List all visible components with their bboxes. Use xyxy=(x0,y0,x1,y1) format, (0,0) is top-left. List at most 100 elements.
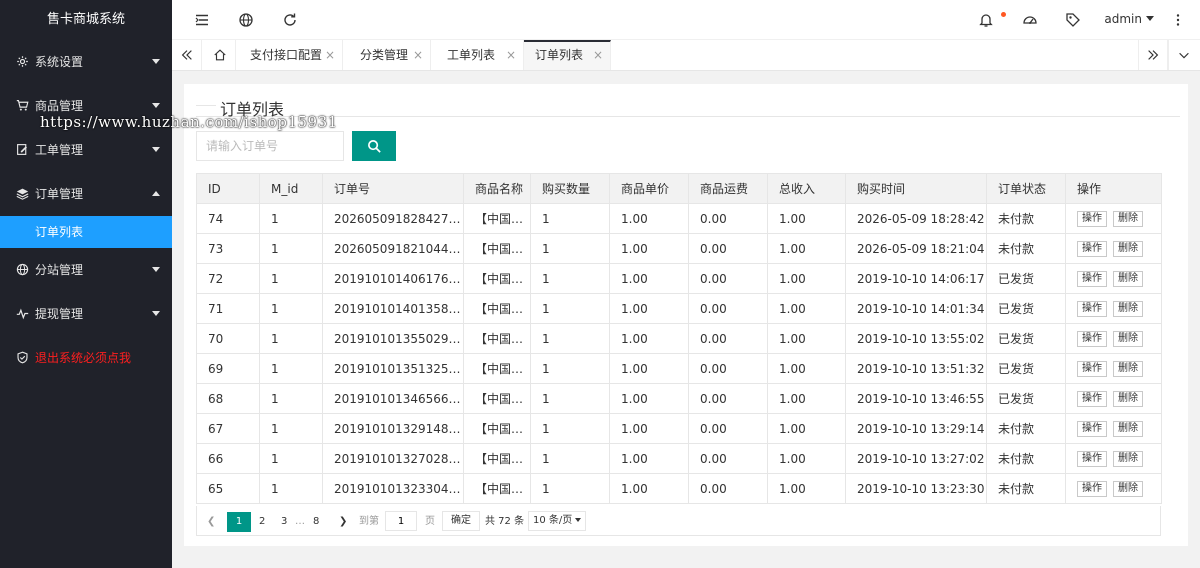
cell-time: 2019-10-10 13:46:55 xyxy=(845,383,987,414)
chevron-down-icon xyxy=(152,59,160,64)
column-header: 商品名称 xyxy=(463,173,531,204)
operate-button[interactable]: 操作 xyxy=(1077,270,1107,287)
goto-label: 到第 xyxy=(359,516,379,527)
chevron-down-icon xyxy=(1146,16,1154,21)
delete-button[interactable]: 删除 xyxy=(1113,330,1143,347)
close-icon[interactable]: × xyxy=(413,40,423,70)
tab-order-list[interactable]: 订单列表 × xyxy=(524,40,611,70)
tabs-more-button[interactable] xyxy=(1168,40,1198,70)
close-icon[interactable]: × xyxy=(506,40,516,70)
operate-button[interactable]: 操作 xyxy=(1077,390,1107,407)
cell-status: 未付款 xyxy=(986,203,1066,234)
delete-button[interactable]: 删除 xyxy=(1113,390,1143,407)
next-page-icon[interactable]: ❯ xyxy=(339,512,347,532)
tag-icon[interactable] xyxy=(1065,12,1081,28)
cell-shipping: 0.00 xyxy=(688,383,768,414)
cell-product: 【中国… xyxy=(463,233,531,264)
column-header: 购买数量 xyxy=(530,173,610,204)
operate-button[interactable]: 操作 xyxy=(1077,480,1107,497)
cell-order-no: 20191010132914841 xyxy=(322,413,464,444)
sidebar-item-substation-management[interactable]: 分站管理 xyxy=(0,248,172,292)
sidebar-item-withdraw-management[interactable]: 提现管理 xyxy=(0,292,172,336)
theme-palette-icon[interactable] xyxy=(1022,12,1038,28)
cell-price: 1.00 xyxy=(609,383,689,414)
table-row: 65 1 20191010132330494 【中国… 1 1.00 0.00 1.00 201… xyxy=(196,473,1162,504)
column-header: M_id xyxy=(259,173,323,204)
goto-page-input[interactable] xyxy=(385,511,417,531)
search-button[interactable] xyxy=(352,131,396,161)
delete-button[interactable]: 删除 xyxy=(1113,240,1143,257)
cell-shipping: 0.00 xyxy=(688,203,768,234)
delete-button[interactable]: 删除 xyxy=(1113,270,1143,287)
cell-income: 1.00 xyxy=(767,203,846,234)
operate-button[interactable]: 操作 xyxy=(1077,300,1107,317)
column-header: 订单状态 xyxy=(986,173,1066,204)
close-icon[interactable]: × xyxy=(325,40,335,70)
globe-icon[interactable] xyxy=(238,12,254,28)
chevron-up-icon xyxy=(152,191,160,196)
sidebar-item-system-settings[interactable]: 系统设置 xyxy=(0,40,172,84)
delete-button[interactable]: 删除 xyxy=(1113,300,1143,317)
more-vertical-icon[interactable] xyxy=(1170,12,1186,28)
cell-qty: 1 xyxy=(530,203,610,234)
tabs-scroll-left-button[interactable] xyxy=(172,40,202,70)
cell-shipping: 0.00 xyxy=(688,473,768,504)
operate-button[interactable]: 操作 xyxy=(1077,450,1107,467)
sidebar-item-label: 提现管理 xyxy=(35,307,84,321)
prev-page-icon[interactable]: ❮ xyxy=(207,512,215,532)
cell-id: 73 xyxy=(196,233,260,264)
page-button[interactable]: 8 xyxy=(313,512,319,532)
sidebar-item-order-management[interactable]: 订单管理 xyxy=(0,172,172,216)
tab-ticket-list[interactable]: 工单列表 × xyxy=(436,40,524,70)
tab-home[interactable] xyxy=(205,40,236,70)
cell-product: 【中国… xyxy=(463,383,531,414)
refresh-icon[interactable] xyxy=(282,12,298,28)
cell-mid: 1 xyxy=(259,353,323,384)
cell-mid: 1 xyxy=(259,203,323,234)
cell-qty: 1 xyxy=(530,413,610,444)
cell-price: 1.00 xyxy=(609,203,689,234)
bell-icon[interactable] xyxy=(978,12,994,28)
cell-product: 【中国… xyxy=(463,443,531,474)
sidebar-item-logout[interactable]: 退出系统必须点我 xyxy=(0,336,172,380)
close-icon[interactable]: × xyxy=(593,42,603,68)
operate-button[interactable]: 操作 xyxy=(1077,210,1107,227)
pulse-icon xyxy=(16,307,29,320)
tabs-scroll-right-button[interactable] xyxy=(1138,40,1168,70)
tab-category-management[interactable]: 分类管理 × xyxy=(349,40,431,70)
cell-id: 66 xyxy=(196,443,260,474)
menu-toggle-icon[interactable] xyxy=(194,12,210,28)
tab-payment-config[interactable]: 支付接口配置 × xyxy=(239,40,343,70)
sidebar-subitem-order-list[interactable]: 订单列表 xyxy=(0,216,172,248)
table-row: 68 1 20191010134656666 【中国… 1 1.00 0.00 1.00 201… xyxy=(196,383,1162,414)
delete-button[interactable]: 删除 xyxy=(1113,210,1143,227)
page-size-select[interactable]: 10 条/页 xyxy=(528,511,587,531)
order-number-search-input[interactable] xyxy=(196,131,344,161)
delete-button[interactable]: 删除 xyxy=(1113,480,1143,497)
goto-confirm-button[interactable]: 确定 xyxy=(442,511,480,531)
page-button[interactable]: 2 xyxy=(259,512,265,532)
operate-button[interactable]: 操作 xyxy=(1077,330,1107,347)
cell-status: 未付款 xyxy=(986,443,1066,474)
delete-button[interactable]: 删除 xyxy=(1113,450,1143,467)
user-menu[interactable]: admin xyxy=(1104,12,1154,26)
cell-id: 74 xyxy=(196,203,260,234)
edit-icon xyxy=(16,143,29,156)
page-button-current[interactable]: 1 xyxy=(227,512,251,532)
page-button[interactable]: 3 xyxy=(281,512,287,532)
cell-status: 未付款 xyxy=(986,413,1066,444)
operate-button[interactable]: 操作 xyxy=(1077,360,1107,377)
sidebar-item-ticket-management[interactable]: 工单管理 xyxy=(0,128,172,172)
sidebar-item-label: 分站管理 xyxy=(35,263,84,277)
cell-product: 【中国… xyxy=(463,263,531,294)
cell-actions: 操作 删除 xyxy=(1065,323,1162,354)
delete-button[interactable]: 删除 xyxy=(1113,420,1143,437)
operate-button[interactable]: 操作 xyxy=(1077,240,1107,257)
operate-button[interactable]: 操作 xyxy=(1077,420,1107,437)
cell-income: 1.00 xyxy=(767,443,846,474)
table-row: 70 1 20191010135502956 【中国… 1 1.00 0.00 1.00 201… xyxy=(196,323,1162,354)
cell-actions: 操作 删除 xyxy=(1065,383,1162,414)
cell-time: 2019-10-10 13:27:02 xyxy=(845,443,987,474)
delete-button[interactable]: 删除 xyxy=(1113,360,1143,377)
table-row: 66 1 20191010132702845 【中国… 1 1.00 0.00 1.00 201… xyxy=(196,443,1162,474)
